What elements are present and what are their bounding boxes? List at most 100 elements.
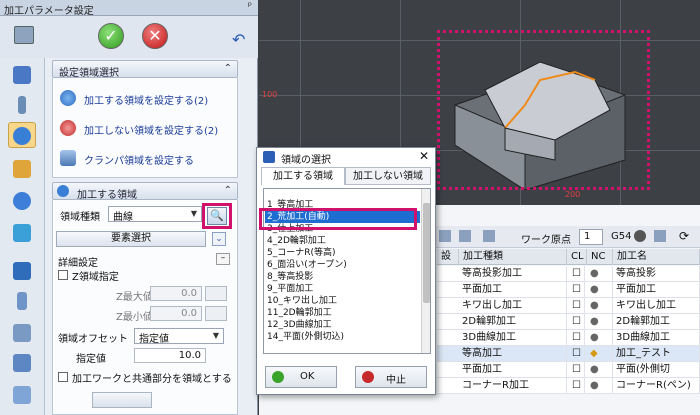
cancel-x-button[interactable]: ✕ (142, 23, 168, 49)
tool-doc-icon[interactable] (8, 288, 36, 314)
cell-type: 平面加工 (459, 282, 567, 298)
table-header: 設定 加工種類 CL NC 加工名 (437, 249, 700, 278)
machining-area-header[interactable]: 加工する領域 ⌃ (52, 182, 238, 201)
collapse-icon[interactable]: ⌃ (224, 63, 232, 74)
toolbar-icon[interactable] (654, 230, 666, 242)
highlight-box (259, 208, 417, 230)
tool-sheet-icon[interactable] (8, 350, 36, 376)
ok-button[interactable]: OK (265, 366, 337, 388)
ok-check-button[interactable]: ✓ (98, 23, 124, 49)
tool-drill-icon[interactable] (8, 92, 36, 118)
cell-name: 3D曲線加工 (613, 330, 700, 346)
list-item[interactable]: 12_3D曲線加工 (265, 319, 420, 331)
col-name[interactable]: 加工名 (613, 249, 700, 265)
expand-icon[interactable]: ⌄ (212, 232, 226, 246)
selection-area-box (437, 30, 650, 190)
z-max-input[interactable]: 0.0 (150, 286, 202, 301)
col-setting[interactable]: 設定 (437, 249, 459, 278)
close-icon[interactable]: ✕ (419, 149, 429, 163)
table-row[interactable]: 2D輪郭加工 ☐ ● 2D輪郭加工 (437, 314, 700, 330)
cancel-button[interactable]: 中止 (355, 366, 427, 388)
undo-icon[interactable]: ↶ (232, 30, 245, 49)
list-scrollbar[interactable] (421, 189, 430, 353)
machining-area-icon (57, 185, 69, 197)
z-area-checkbox[interactable] (58, 270, 68, 280)
list-item[interactable]: 5_コーナR(等高) (265, 247, 420, 259)
cl-checkbox[interactable]: ☐ (569, 298, 585, 314)
table-row[interactable]: キワ出し加工 ☐ ● キワ出し加工 (437, 298, 700, 314)
toolbar-icon[interactable] (459, 230, 471, 242)
search-icon[interactable]: 🔍 (207, 207, 227, 225)
cell-name: 2D輪郭加工 (613, 314, 700, 330)
axis-label-100: 100 (262, 90, 278, 99)
cl-checkbox[interactable]: ☐ (569, 266, 585, 282)
list-item[interactable]: 14_平面(外側切込) (265, 331, 420, 343)
spec-value-input[interactable]: 10.0 (134, 348, 206, 363)
common-area-label: 加工ワークと共通部分を領域とする (72, 374, 232, 385)
cl-checkbox[interactable]: ☐ (569, 378, 585, 394)
cell-type: 3D曲線加工 (459, 330, 567, 346)
z-min-pick-button[interactable] (205, 306, 227, 321)
tool-box-icon[interactable] (8, 382, 36, 408)
cl-checkbox[interactable]: ☐ (569, 346, 585, 362)
work-origin-select[interactable]: 1 (579, 229, 603, 245)
toolbar-icon[interactable] (634, 230, 646, 242)
list-item[interactable]: 4_2D輪郭加工 (265, 235, 420, 247)
tool-area-icon[interactable] (8, 122, 36, 148)
check-icon (272, 371, 284, 383)
z-max-pick-button[interactable] (205, 286, 227, 301)
minimize-icon[interactable]: – (216, 253, 230, 265)
table-row[interactable]: 等高投影加工 ☐ ● 等高投影 (437, 266, 700, 282)
col-cl[interactable]: CL (567, 249, 587, 265)
dialog-title: 領域の選択 (281, 155, 331, 166)
tool-spiral-icon[interactable] (8, 220, 36, 246)
table-row[interactable]: 平面加工 ☐ ● 平面加工 (437, 282, 700, 298)
cell-name: 平面(外側切 (613, 362, 700, 378)
extra-button[interactable] (92, 392, 152, 408)
list-item[interactable]: 9_平面加工 (265, 283, 420, 295)
nc-warning-icon: ◆ (587, 346, 613, 362)
set-non-machining-area-link[interactable]: 加工しない領域を設定する(2) (60, 120, 236, 137)
offset-mode-value: 指定値 (139, 334, 169, 345)
tab-non-machining-area[interactable]: 加工しない領域 (345, 167, 431, 185)
list-item[interactable]: 11_2D輪郭加工 (265, 307, 420, 319)
list-item[interactable]: 10_キワ出し加工 (265, 295, 420, 307)
toolbar-icon[interactable] (439, 230, 451, 242)
col-type[interactable]: 加工種類 (459, 249, 567, 265)
set-machining-area-link[interactable]: 加工する領域を設定する(2) (60, 90, 236, 107)
pin-icon[interactable]: ᵖ (248, 1, 252, 12)
cell-name: コーナーR(ペン) (613, 378, 700, 394)
cl-checkbox[interactable]: ☐ (569, 330, 585, 346)
cl-checkbox[interactable]: ☐ (569, 282, 585, 298)
table-row[interactable]: コーナーR加工 ☐ ● コーナーR(ペン) (437, 378, 700, 394)
list-item[interactable]: 8_等高投影 (265, 271, 420, 283)
scroll-thumb[interactable] (423, 203, 430, 303)
table-row[interactable]: 平面加工 ☐ ● 平面(外側切 (437, 362, 700, 378)
tool-check-icon[interactable] (8, 320, 36, 346)
cl-checkbox[interactable]: ☐ (569, 362, 585, 378)
tool-person-icon[interactable] (8, 156, 36, 182)
tab-machining-area[interactable]: 加工する領域 (261, 167, 345, 185)
tool-cycle-icon[interactable] (8, 188, 36, 214)
toolbar-icon[interactable] (483, 230, 495, 242)
settings-icon[interactable] (14, 26, 34, 44)
area-section-header[interactable]: 設定領域選択 ⌃ (52, 60, 238, 79)
nc-icon: ● (587, 298, 613, 314)
tool-number-icon[interactable] (8, 258, 36, 284)
table-row-selected[interactable]: 等高加工 ☐ ◆ 加工_テスト (437, 346, 700, 362)
cell-type: 等高加工 (459, 346, 567, 362)
area-type-select[interactable]: 曲線 ▼ (108, 206, 202, 223)
tool-list-icon[interactable] (8, 62, 36, 88)
list-item[interactable]: 6_面沿い(オープン) (265, 259, 420, 271)
z-min-input[interactable]: 0.0 (150, 306, 202, 321)
common-area-checkbox[interactable] (58, 372, 68, 382)
toolbar-icon[interactable]: ⟳ (679, 229, 689, 243)
collapse-icon[interactable]: ⌃ (224, 185, 232, 196)
area-section-title: 設定領域選択 (59, 68, 119, 79)
table-row[interactable]: 3D曲線加工 ☐ ● 3D曲線加工 (437, 330, 700, 346)
col-nc[interactable]: NC (587, 249, 613, 265)
set-clamper-area-link[interactable]: クランパ領域を設定する (60, 150, 236, 167)
cl-checkbox[interactable]: ☐ (569, 314, 585, 330)
element-select-button[interactable]: 要素選択 (56, 231, 206, 247)
offset-mode-select[interactable]: 指定値 ▼ (134, 328, 224, 345)
